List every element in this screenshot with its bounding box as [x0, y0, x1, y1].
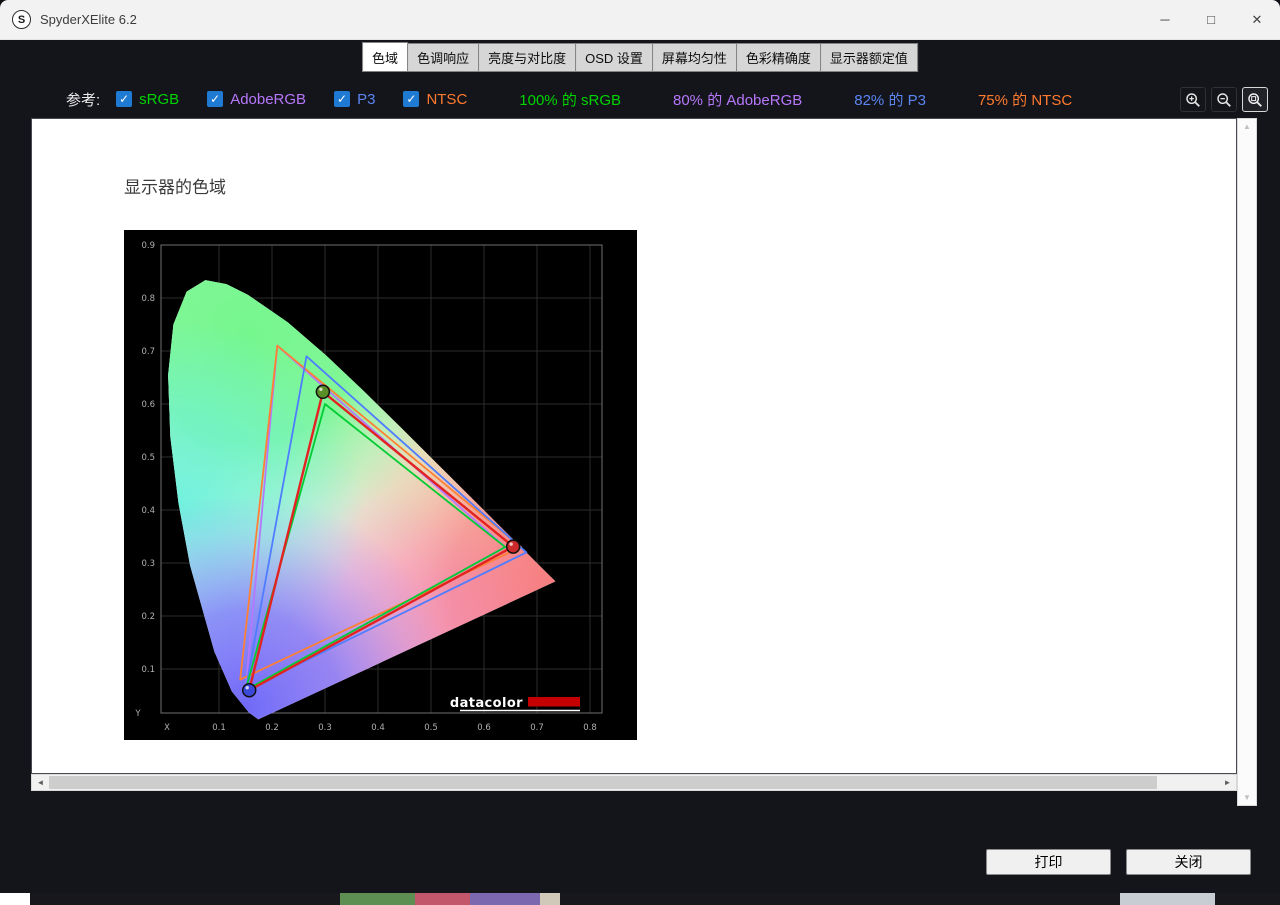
- checkbox-p3[interactable]: ✓ P3: [334, 91, 375, 108]
- desktop-background-strip: [0, 893, 1280, 905]
- reference-bar: 参考: ✓ sRGB ✓ AdobeRGB ✓ P3 ✓ NTSC 100% 的…: [0, 85, 1280, 113]
- svg-text:0.7: 0.7: [141, 347, 155, 357]
- svg-text:0.5: 0.5: [141, 453, 155, 463]
- gamut-chart-svg: 0.1 0.2 0.3 0.4 0.5 0.6 0.7 0.8 0.1 0.2 0.3 0.4 0.5 0…: [124, 230, 637, 740]
- zoom-in-button[interactable]: [1180, 87, 1206, 112]
- checkbox-ntsc[interactable]: ✓ NTSC: [403, 91, 467, 108]
- zoom-out-button[interactable]: [1211, 87, 1237, 112]
- horizontal-scrollbar-thumb[interactable]: [49, 776, 1157, 789]
- tab-strip: 色域 色调响应 亮度与对比度 OSD 设置 屏幕均匀性 色彩精确度 显示器额定值: [362, 42, 918, 72]
- svg-text:0.6: 0.6: [141, 400, 155, 410]
- tab-tone-response[interactable]: 色调响应: [407, 43, 480, 72]
- zoom-toolbar: [1180, 87, 1268, 112]
- checked-checkbox-icon[interactable]: ✓: [116, 91, 133, 107]
- svg-text:0.8: 0.8: [141, 294, 155, 304]
- display-primary-marker: [315, 384, 331, 400]
- result-p3: 82% 的 P3: [854, 91, 926, 109]
- checkbox-p3-label: P3: [357, 90, 376, 108]
- minimize-button[interactable]: ─: [1142, 0, 1188, 39]
- display-primary-marker: [241, 682, 257, 698]
- app-logo-icon: S: [12, 10, 31, 29]
- checked-checkbox-icon[interactable]: ✓: [334, 91, 351, 107]
- tab-screen-uniformity[interactable]: 屏幕均匀性: [651, 43, 737, 72]
- checkbox-ntsc-label: NTSC: [426, 90, 468, 108]
- close-button[interactable]: ✕: [1234, 0, 1280, 39]
- display-primary-marker-highlight: [245, 686, 249, 690]
- svg-text:0.6: 0.6: [477, 723, 491, 733]
- tab-color-accuracy[interactable]: 色彩精确度: [735, 43, 821, 72]
- zoom-fit-icon: [1248, 92, 1262, 107]
- datacolor-logo-text: datacolor: [450, 696, 523, 711]
- checked-checkbox-icon[interactable]: ✓: [207, 91, 224, 107]
- window-controls: ─ □ ✕: [1142, 0, 1280, 39]
- svg-text:0.3: 0.3: [141, 559, 155, 569]
- svg-text:0.8: 0.8: [583, 723, 597, 733]
- maximize-button[interactable]: □: [1188, 0, 1234, 39]
- tab-monitor-rating[interactable]: 显示器额定值: [819, 43, 918, 72]
- checkbox-srgb-label: sRGB: [139, 90, 180, 108]
- main-area: 色域 色调响应 亮度与对比度 OSD 设置 屏幕均匀性 色彩精确度 显示器额定值…: [0, 40, 1280, 893]
- display-primary-marker: [505, 539, 521, 554]
- reference-label: 参考:: [66, 91, 101, 109]
- svg-text:0.3: 0.3: [318, 723, 332, 733]
- gamut-chart: 0.1 0.2 0.3 0.4 0.5 0.6 0.7 0.8 0.1 0.2 0.3 0.4 0.5 0…: [124, 230, 637, 740]
- svg-text:0.1: 0.1: [141, 665, 155, 675]
- zoom-in-icon: [1186, 92, 1200, 107]
- close-dialog-button[interactable]: 关闭: [1126, 849, 1251, 875]
- zoom-out-icon: [1217, 92, 1231, 107]
- svg-text:0.1: 0.1: [212, 723, 226, 733]
- svg-text:Y: Y: [134, 709, 141, 719]
- title-bar: S SpyderXElite 6.2 ─ □ ✕: [0, 0, 1280, 40]
- report-heading: 显示器的色域: [124, 178, 226, 197]
- display-primary-marker-highlight: [319, 387, 323, 392]
- result-ntsc: 75% 的 NTSC: [977, 91, 1073, 109]
- checkbox-adobergb[interactable]: ✓ AdobeRGB: [207, 91, 306, 108]
- tab-gamut[interactable]: 色域: [362, 42, 409, 72]
- tab-brightness-contrast[interactable]: 亮度与对比度: [478, 43, 577, 72]
- svg-text:0.9: 0.9: [141, 241, 155, 251]
- app-logo-letter: S: [17, 13, 26, 26]
- svg-text:X: X: [164, 723, 170, 733]
- report-panel: 显示器的色域 0.1 0.2 0.3 0.4 0.5 0.6 0.7 0.8 0…: [31, 118, 1237, 774]
- print-button[interactable]: 打印: [986, 849, 1111, 875]
- checkbox-adobergb-label: AdobeRGB: [230, 90, 307, 108]
- vertical-scrollbar[interactable]: ▲ ▼: [1237, 118, 1257, 806]
- scroll-down-arrow-icon[interactable]: ▼: [1238, 793, 1256, 802]
- result-srgb: 100% 的 sRGB: [519, 91, 621, 109]
- svg-text:0.5: 0.5: [424, 723, 438, 733]
- display-primary-marker-highlight: [509, 542, 513, 546]
- svg-text:0.4: 0.4: [371, 723, 385, 733]
- window-title: SpyderXElite 6.2: [40, 12, 137, 27]
- svg-text:0.2: 0.2: [265, 723, 279, 733]
- checked-checkbox-icon[interactable]: ✓: [403, 91, 420, 107]
- result-adobergb: 80% 的 AdobeRGB: [673, 91, 803, 109]
- datacolor-logo-redbar: [528, 697, 580, 707]
- scroll-up-arrow-icon[interactable]: ▲: [1238, 122, 1256, 131]
- svg-text:0.4: 0.4: [141, 506, 155, 516]
- zoom-fit-button[interactable]: [1242, 87, 1268, 112]
- svg-text:0.7: 0.7: [530, 723, 544, 733]
- scroll-left-arrow-icon[interactable]: ◄: [32, 775, 49, 790]
- svg-text:0.2: 0.2: [141, 612, 155, 622]
- horizontal-scrollbar[interactable]: ◄ ►: [31, 774, 1237, 791]
- checkbox-srgb[interactable]: ✓ sRGB: [116, 91, 179, 108]
- tab-osd-settings[interactable]: OSD 设置: [575, 43, 653, 72]
- scroll-right-arrow-icon[interactable]: ►: [1219, 775, 1236, 790]
- footer-actions: 打印 关闭: [986, 849, 1251, 875]
